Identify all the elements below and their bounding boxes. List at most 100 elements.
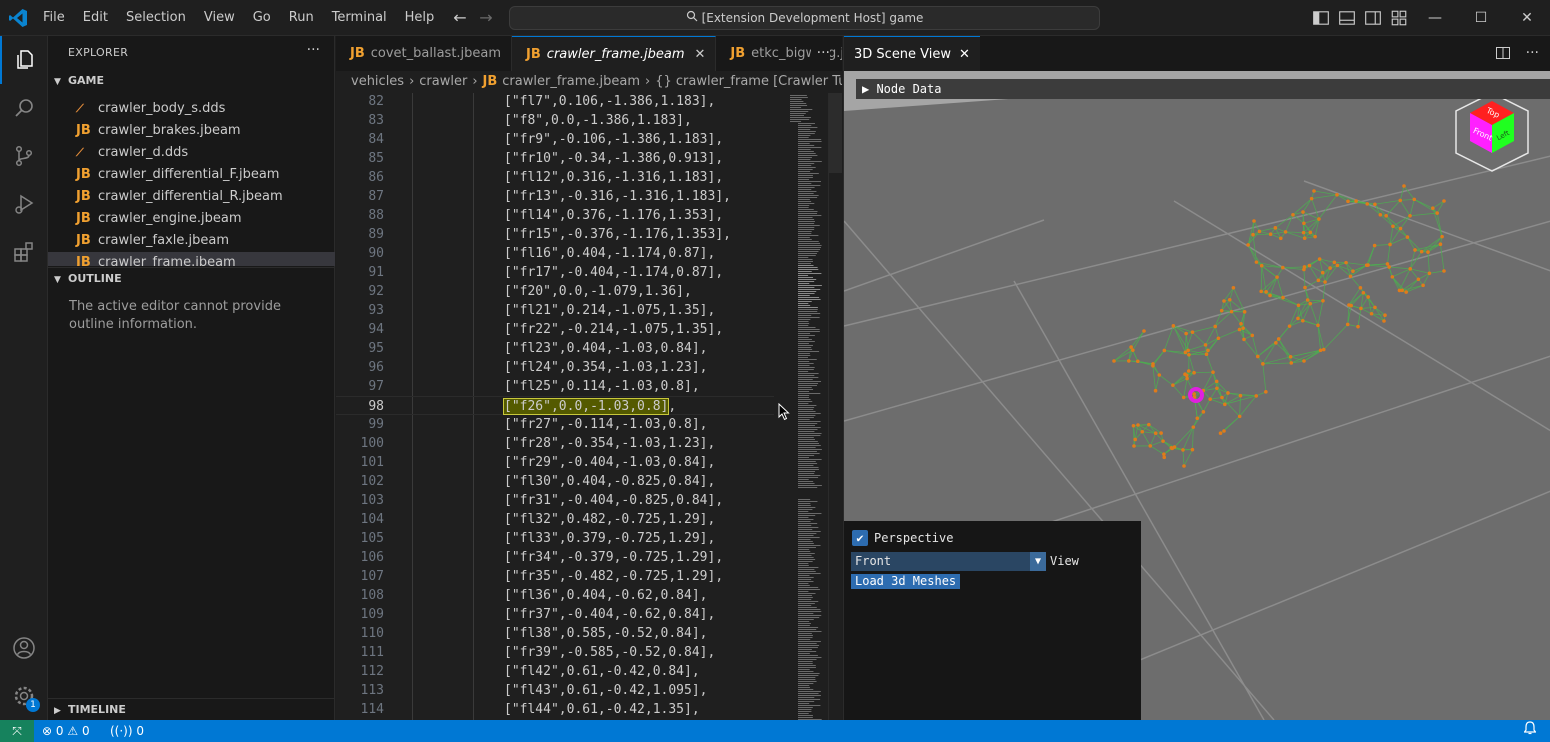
tab-crawler-frame[interactable]: JB crawler_frame.jbeam ✕ xyxy=(512,36,717,71)
code-line[interactable]: 91 ["fr17",-0.404,-1.174,0.87], xyxy=(336,263,776,282)
code-line[interactable]: 102 ["fl30",0.404,-0.825,0.84], xyxy=(336,472,776,491)
mesh-node[interactable] xyxy=(1281,265,1285,270)
mesh-node[interactable] xyxy=(1259,289,1263,294)
mesh-node[interactable] xyxy=(1220,395,1224,400)
sidebar-more-actions-icon[interactable]: ··· xyxy=(307,42,320,58)
mesh-node[interactable] xyxy=(1157,373,1162,377)
menu-run[interactable]: Run xyxy=(280,0,323,36)
mesh-node[interactable] xyxy=(1405,235,1410,239)
mesh-node[interactable] xyxy=(1442,269,1446,273)
mesh-node[interactable] xyxy=(1171,324,1176,328)
mesh-node[interactable] xyxy=(1302,236,1307,241)
file-crawler-engine[interactable]: JB crawler_engine.jbeam xyxy=(48,208,335,230)
code-line[interactable]: 84 ["fr9",-0.106,-1.386,1.183], xyxy=(336,130,776,149)
mesh-node[interactable] xyxy=(1287,324,1292,328)
mesh-node[interactable] xyxy=(1261,362,1265,366)
mesh-node[interactable] xyxy=(1237,327,1242,332)
mesh-node[interactable] xyxy=(1215,386,1219,391)
mesh-node[interactable] xyxy=(1301,318,1305,323)
mesh-node[interactable] xyxy=(1132,444,1136,448)
tabs-more-actions-icon[interactable]: ··· xyxy=(810,36,830,71)
mesh-node[interactable] xyxy=(1431,206,1435,210)
split-editor-icon[interactable] xyxy=(1495,45,1511,61)
mesh-node[interactable] xyxy=(1438,242,1443,247)
mesh-node[interactable] xyxy=(1308,230,1313,235)
mesh-node[interactable] xyxy=(1181,395,1186,400)
mesh-node[interactable] xyxy=(1390,275,1395,279)
mesh-node[interactable] xyxy=(1382,319,1386,323)
mesh-node[interactable] xyxy=(1332,260,1337,265)
mesh-node[interactable] xyxy=(1274,341,1278,345)
mesh-node[interactable] xyxy=(1268,293,1272,298)
mesh-node[interactable] xyxy=(1237,414,1242,419)
editor-scrollbar[interactable] xyxy=(828,93,842,720)
file-crawler-body-s[interactable]: ⟋ crawler_body_s.dds xyxy=(48,98,335,120)
code-line[interactable]: 100 ["fr28",-0.354,-1.03,1.23], xyxy=(336,434,776,453)
code-line[interactable]: 114 ["fl44",0.61,-0.42,1.35], xyxy=(336,700,776,719)
mesh-node[interactable] xyxy=(1345,322,1350,327)
mesh-node[interactable] xyxy=(1347,303,1351,307)
code-line[interactable]: 95 ["fl23",0.404,-1.03,0.84], xyxy=(336,339,776,358)
explorer-icon[interactable] xyxy=(0,36,48,84)
mesh-node[interactable] xyxy=(1421,283,1425,288)
mesh-node[interactable] xyxy=(1283,230,1288,234)
mesh-node[interactable] xyxy=(1183,350,1188,355)
mesh-node[interactable] xyxy=(1147,422,1151,427)
menu-terminal[interactable]: Terminal xyxy=(323,0,396,36)
mesh-node[interactable] xyxy=(1254,260,1259,264)
section-game[interactable]: ▼ GAME xyxy=(48,70,335,92)
mesh-node[interactable] xyxy=(1126,359,1131,363)
mesh-node[interactable] xyxy=(1373,202,1377,207)
mesh-node[interactable] xyxy=(1354,199,1358,203)
mesh-node[interactable] xyxy=(1372,243,1377,248)
mesh-node[interactable] xyxy=(1195,416,1200,421)
mesh-node[interactable] xyxy=(1279,236,1283,241)
breadcrumb-vehicles[interactable]: vehicles xyxy=(351,74,404,89)
mesh-node[interactable] xyxy=(1213,324,1218,329)
ports-indicator[interactable]: ((·)) 0 xyxy=(110,720,144,742)
mesh-node[interactable] xyxy=(1184,331,1188,336)
mesh-node[interactable] xyxy=(1321,347,1326,352)
mesh-node[interactable] xyxy=(1416,277,1421,282)
close-icon[interactable]: ✕ xyxy=(959,47,970,62)
mesh-node[interactable] xyxy=(1296,316,1300,321)
mesh-node[interactable] xyxy=(1162,452,1166,457)
code-line[interactable]: 101 ["fr29",-0.404,-1.03,0.84], xyxy=(336,453,776,472)
mesh-node[interactable] xyxy=(1426,250,1430,254)
problems-indicator[interactable]: ⊗ 0 ⚠ 0 xyxy=(42,720,90,742)
code-line[interactable]: 113 ["fl43",0.61,-0.42,1.095], xyxy=(336,681,776,700)
code-line[interactable]: 90 ["fl16",0.404,-1.174,0.87], xyxy=(336,244,776,263)
mesh-node[interactable] xyxy=(1203,343,1208,347)
code-line[interactable]: 99 ["fr27",-0.114,-1.03,0.8], xyxy=(336,415,776,434)
mesh-node[interactable] xyxy=(1301,210,1305,214)
back-arrow-icon[interactable]: ← xyxy=(450,8,470,28)
mesh-node[interactable] xyxy=(1288,354,1293,359)
run-debug-icon[interactable] xyxy=(0,180,48,228)
mesh-node[interactable] xyxy=(1348,274,1353,279)
mesh-node[interactable] xyxy=(1302,221,1306,226)
mesh-node[interactable] xyxy=(1216,336,1221,341)
mesh-node[interactable] xyxy=(1289,361,1294,365)
code-line[interactable]: 107 ["fr35",-0.482,-0.725,1.29], xyxy=(336,567,776,586)
mesh-node[interactable] xyxy=(1190,447,1195,452)
code-editor[interactable]: 82 ["fl7",0.106,-1.386,1.183], 83 ["f8",0.0… xyxy=(336,93,842,720)
mesh-node[interactable] xyxy=(1190,330,1195,334)
section-timeline[interactable]: ▶ TIMELINE xyxy=(48,698,335,720)
mesh-node[interactable] xyxy=(1192,392,1196,396)
mesh-node[interactable] xyxy=(1254,394,1259,398)
breadcrumb-symbol[interactable]: {} crawler_frame [Crawler Tube Frame] xyxy=(655,74,842,89)
mesh-node[interactable] xyxy=(1242,310,1247,314)
mesh-node[interactable] xyxy=(1222,429,1226,433)
mesh-node[interactable] xyxy=(1388,242,1392,247)
breadcrumb-crawler[interactable]: crawler xyxy=(419,74,467,89)
mesh-node[interactable] xyxy=(1264,390,1268,394)
mesh-node[interactable] xyxy=(1192,370,1196,375)
extensions-icon[interactable] xyxy=(0,228,48,276)
mesh-node[interactable] xyxy=(1231,286,1236,290)
mesh-node[interactable] xyxy=(1181,448,1185,452)
mesh-node[interactable] xyxy=(1316,278,1321,283)
maximize-button[interactable]: ☐ xyxy=(1458,0,1504,36)
mesh-node[interactable] xyxy=(1251,232,1255,237)
command-center[interactable]: [Extension Development Host] game xyxy=(509,6,1100,30)
mesh-node[interactable] xyxy=(1427,271,1432,276)
